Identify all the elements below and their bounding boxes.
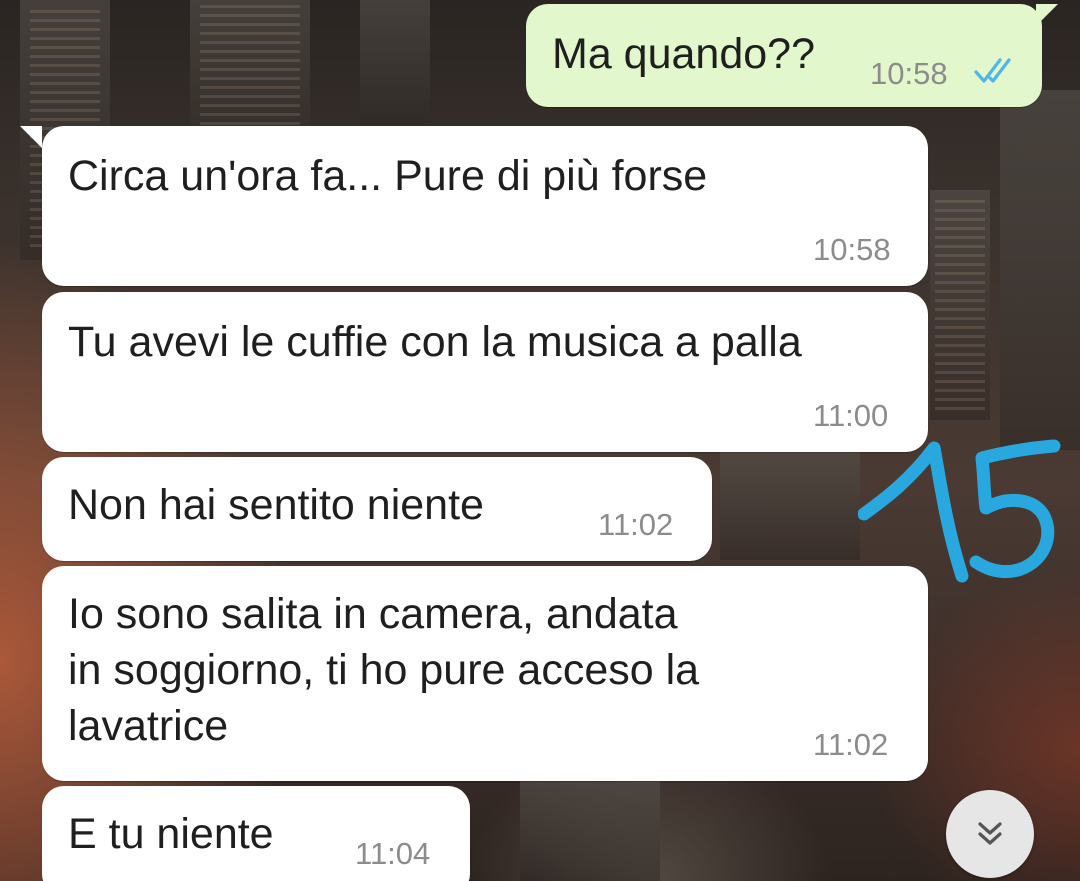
handwritten-number-annotation: 15 — [857, 436, 1068, 586]
message-text: E tu niente — [68, 810, 274, 858]
handwritten-15-drawing — [857, 439, 1061, 583]
wallpaper-building — [1000, 90, 1080, 450]
wallpaper-building — [360, 0, 430, 140]
incoming-message-bubble[interactable]: E tu niente 11:04 — [42, 786, 470, 881]
outgoing-message-bubble[interactable]: Ma quando?? 10:58 — [526, 4, 1042, 107]
message-time: 10:58 — [870, 56, 948, 91]
message-text: Ma quando?? — [552, 30, 815, 78]
message-text: Circa un'ora fa... Pure di più forse — [68, 152, 708, 200]
wallpaper-building-windows — [935, 200, 985, 410]
incoming-message-bubble[interactable]: Tu avevi le cuffie con la musica a palla… — [42, 292, 928, 452]
message-time: 11:02 — [813, 727, 889, 762]
double-chevron-down-icon — [978, 822, 1002, 845]
message-tail — [1036, 4, 1058, 26]
message-time: 11:02 — [598, 507, 674, 542]
message-time: 11:00 — [813, 398, 889, 433]
message-text: Non hai sentito niente — [68, 481, 484, 529]
incoming-message-bubble[interactable]: Non hai sentito niente 11:02 — [42, 457, 712, 561]
scroll-to-bottom-button[interactable] — [946, 790, 1034, 878]
message-time: 11:04 — [355, 836, 431, 871]
incoming-message-bubble[interactable]: Circa un'ora fa... Pure di più forse 10:… — [42, 126, 928, 286]
message-text: Tu avevi le cuffie con la musica a palla — [68, 318, 802, 366]
message-tail — [20, 126, 42, 148]
wallpaper-building — [720, 450, 860, 560]
double-check-icon — [974, 58, 1011, 83]
wallpaper-building — [520, 780, 660, 881]
message-time: 10:58 — [813, 232, 891, 267]
message-text: Io sono salita in camera, andata in sogg… — [68, 590, 700, 750]
incoming-message-bubble[interactable]: Io sono salita in camera, andata in sogg… — [42, 566, 928, 781]
